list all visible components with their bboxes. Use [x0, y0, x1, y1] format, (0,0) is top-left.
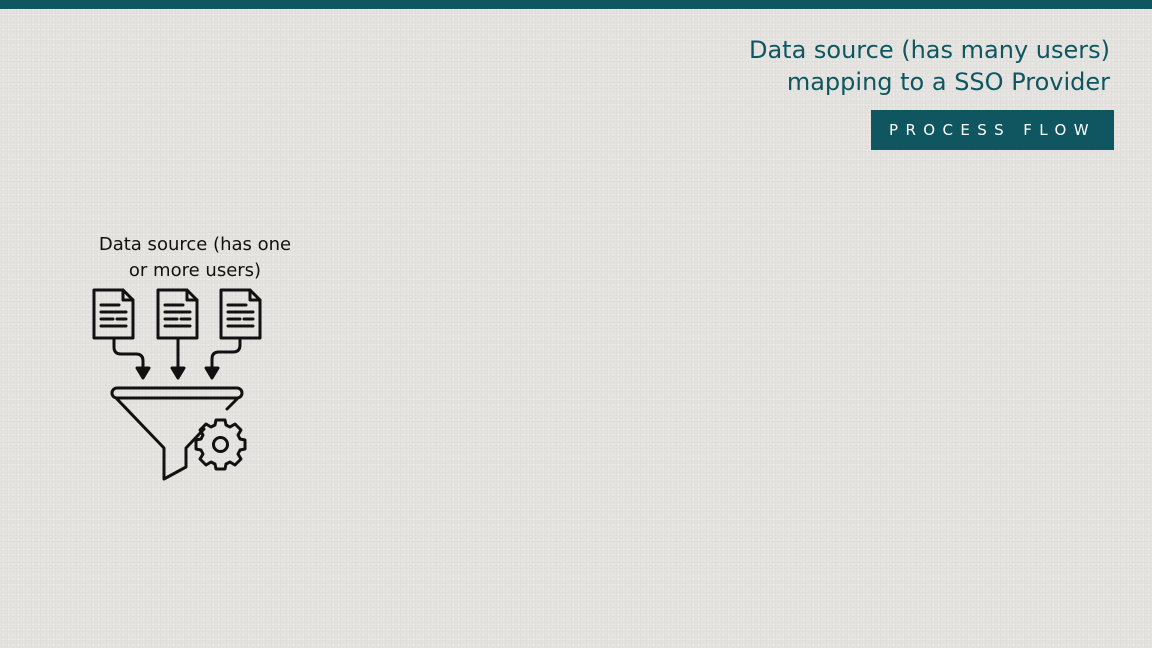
- slide-title-line-2: mapping to a SSO Provider: [786, 68, 1110, 96]
- data-source-funnel-graphic: [92, 288, 262, 481]
- data-source-label: Data source (has one or more users): [80, 232, 310, 284]
- document-icon: [92, 288, 135, 340]
- slide-title: Data source (has many users) mapping to …: [690, 34, 1110, 98]
- document-icon: [156, 288, 199, 340]
- funnel-icon: [110, 386, 244, 481]
- process-flow-badge: PROCESS FLOW: [871, 110, 1114, 150]
- document-icon: [219, 288, 262, 340]
- gear-icon: [194, 418, 247, 471]
- slide-title-line-1: Data source (has many users): [748, 36, 1110, 64]
- arrow-down-icon: [204, 337, 242, 380]
- top-accent-bar: [0, 0, 1152, 9]
- data-source-label-line-1: Data source (has one: [98, 234, 292, 255]
- arrow-down-icon: [170, 337, 186, 380]
- data-source-label-line-2: or more users): [128, 260, 262, 281]
- arrow-down-icon: [112, 337, 151, 380]
